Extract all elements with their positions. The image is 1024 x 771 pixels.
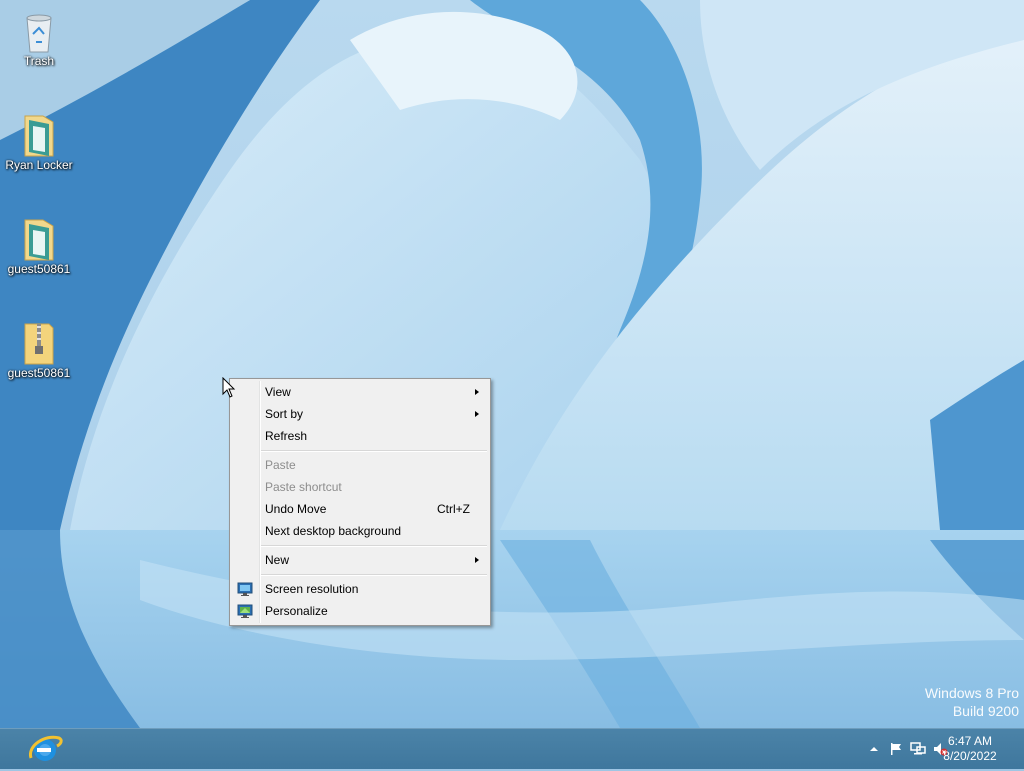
menu-item-sort-by[interactable]: Sort by (232, 403, 488, 425)
personalize-icon (237, 603, 253, 619)
menu-item-refresh[interactable]: Refresh (232, 425, 488, 447)
desktop-icon-label: guest50861 (7, 262, 71, 276)
internet-explorer-icon (25, 735, 65, 770)
desktop-icon-label: Trash (23, 54, 55, 68)
submenu-arrow-icon (475, 389, 479, 395)
system-tray: 6:47 AM 8/20/2022 (824, 729, 1024, 769)
windows-build-watermark: Windows 8 Pro Build 9200 (925, 684, 1019, 720)
menu-item-label: Paste shortcut (265, 480, 342, 494)
desktop-wallpaper[interactable] (0, 0, 1024, 728)
recycle-bin-icon (19, 8, 59, 53)
desktop-icon-guest50861-zip[interactable]: guest50861 (0, 320, 78, 380)
menu-item-label: View (265, 385, 291, 399)
menu-item-label: New (265, 553, 290, 567)
menu-separator (261, 574, 487, 576)
taskbar-internet-explorer-button[interactable] (25, 732, 65, 766)
menu-item-label: Personalize (265, 604, 328, 618)
menu-item-label: Undo Move (265, 502, 327, 516)
desktop-icon-trash[interactable]: Trash (0, 8, 78, 68)
menu-item-label: Screen resolution (265, 582, 359, 596)
monitor-icon (237, 581, 253, 597)
watermark-edition: Windows 8 Pro (924, 685, 1019, 701)
zip-folder-icon (19, 320, 59, 365)
mouse-pointer-icon (222, 376, 236, 399)
network-icon[interactable] (910, 741, 926, 757)
desktop-icon-label: Ryan Locker (5, 158, 73, 172)
folder-icon (19, 216, 59, 261)
menu-item-screen-resolution[interactable]: Screen resolution (232, 578, 488, 600)
menu-item-personalize[interactable]: Personalize (232, 600, 488, 622)
desktop-icon-label: guest50861 (7, 366, 71, 380)
menu-item-label: Next desktop background (265, 524, 402, 538)
menu-separator (261, 545, 487, 547)
menu-item-shortcut: Ctrl+Z (437, 502, 470, 516)
menu-item-paste: Paste (232, 454, 488, 476)
menu-item-label: Sort by (265, 407, 304, 421)
menu-item-label: Refresh (265, 429, 308, 443)
desktop-icon-ryan-locker[interactable]: Ryan Locker (0, 112, 78, 172)
action-center-flag-icon[interactable] (888, 741, 904, 757)
submenu-arrow-icon (475, 557, 479, 563)
taskbar: 6:47 AM 8/20/2022 (0, 728, 1024, 769)
show-hidden-icons-chevron-icon[interactable] (866, 741, 882, 757)
taskbar-clock[interactable]: 6:47 AM 8/20/2022 (940, 734, 1000, 764)
menu-separator (261, 450, 487, 452)
clock-time: 6:47 AM (947, 734, 993, 748)
menu-item-paste-shortcut: Paste shortcut (232, 476, 488, 498)
menu-item-new[interactable]: New (232, 549, 488, 571)
desktop-context-menu: View Sort by Refresh Paste Paste shortcu… (229, 378, 491, 626)
menu-item-undo-move[interactable]: Undo Move Ctrl+Z (232, 498, 488, 520)
desktop-icon-guest50861-folder[interactable]: guest50861 (0, 216, 78, 276)
watermark-build: Build 9200 (952, 703, 1019, 719)
submenu-arrow-icon (475, 411, 479, 417)
menu-item-view[interactable]: View (232, 381, 488, 403)
folder-icon (19, 112, 59, 157)
clock-date: 8/20/2022 (943, 749, 997, 763)
menu-item-next-desktop-background[interactable]: Next desktop background (232, 520, 488, 542)
menu-item-label: Paste (265, 458, 296, 472)
